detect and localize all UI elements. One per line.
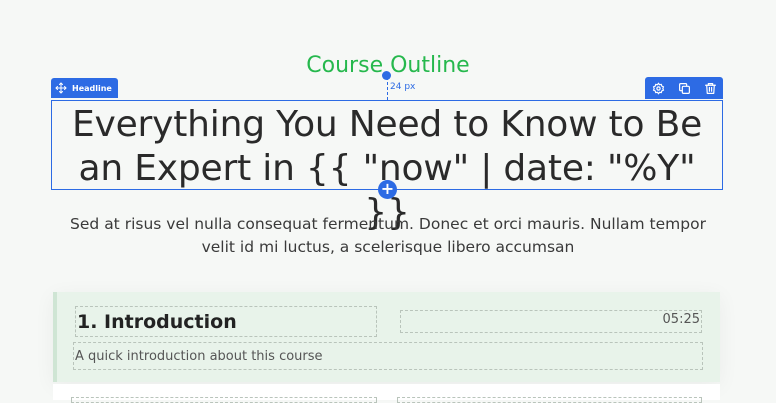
next-lesson-duration-box [397,397,702,403]
next-lesson-title-box [71,397,377,403]
settings-button[interactable] [651,81,665,95]
spacing-indicator-line [387,77,388,100]
element-tag-label: Headline [72,83,112,93]
move-icon [55,82,67,94]
delete-icon [704,82,716,94]
lesson-description: A quick introduction about this course [75,349,323,364]
delete-button[interactable] [703,81,717,95]
lesson-title: 1. Introduction [75,306,377,337]
settings-icon [652,81,664,95]
section-description: Sed at risus vel nulla consequat ferment… [70,215,706,256]
add-element-button[interactable]: + [378,180,397,199]
spacing-drag-handle[interactable] [382,71,391,80]
duplicate-icon [678,82,690,94]
element-tag[interactable]: Headline [51,78,118,98]
element-toolbar [645,77,723,99]
duplicate-button[interactable] [677,81,691,95]
lesson-duration: 05:25 [662,312,700,327]
spacing-label: 24 px [390,82,416,92]
